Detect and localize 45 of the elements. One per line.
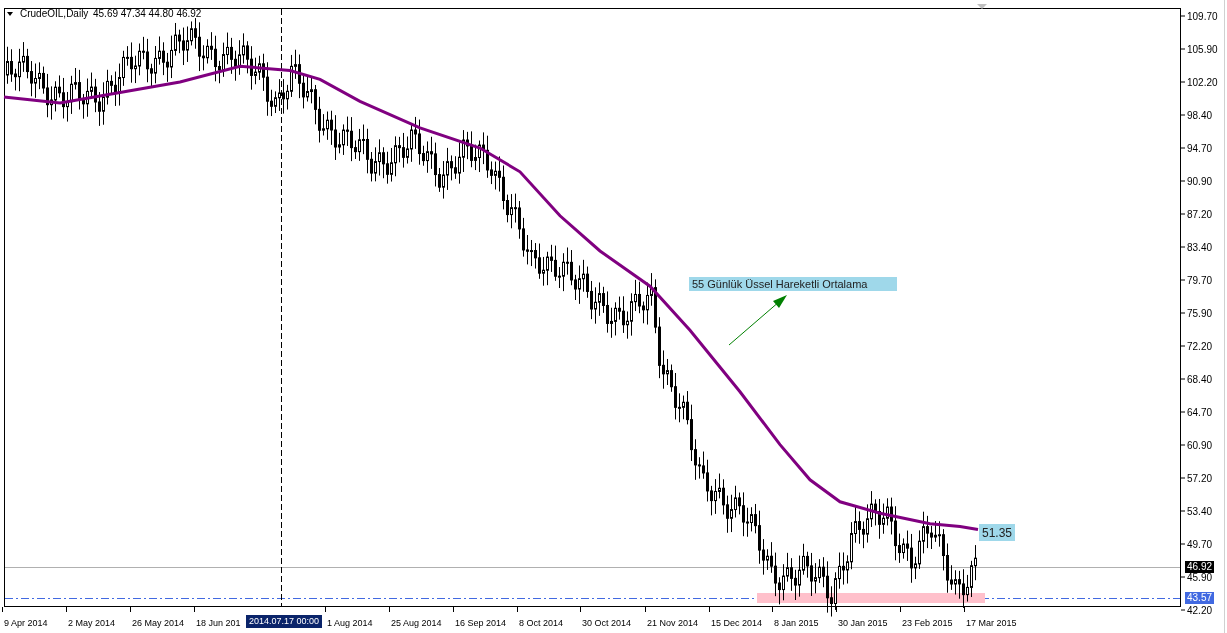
date-label: 23 Feb 2015 [902, 618, 953, 628]
date-label: 18 Jun 201 [196, 618, 241, 628]
date-label: 26 May 2014 [132, 618, 185, 628]
line-price-label: 43.57 [1185, 592, 1215, 604]
dropdown-triangle-icon[interactable] [7, 12, 13, 16]
label-background [979, 524, 1015, 541]
price-label: 98.40 [1187, 110, 1213, 121]
symbol-label: CrudeOIL,Daily [20, 8, 89, 19]
price-label: 90.90 [1187, 176, 1213, 187]
price-label: 42.20 [1187, 605, 1213, 616]
price-label: 64.70 [1187, 407, 1213, 418]
date-label: 17 Mar 2015 [966, 618, 1017, 628]
price-label: 49.70 [1187, 539, 1213, 550]
price-label: 94.70 [1187, 143, 1213, 154]
highlight-rectangle[interactable] [757, 593, 985, 603]
crosshair-date-label: 2014.07.17 00:00 [246, 615, 323, 628]
date-label: 30 Oct 2014 [582, 618, 632, 628]
date-label: 8 Jan 2015 [774, 618, 819, 628]
date-label: 9 Apr 2014 [4, 618, 48, 628]
arrow[interactable] [728, 295, 787, 346]
price-label: 105.90 [1187, 44, 1218, 55]
current-price-label: 46.92 [1185, 561, 1215, 573]
date-label: 2 May 2014 [68, 618, 116, 628]
value-label[interactable]: 51.35 [982, 526, 1013, 540]
price-label: 75.90 [1187, 308, 1213, 319]
price-label: 83.40 [1187, 242, 1213, 253]
price-label: 60.90 [1187, 440, 1213, 451]
date-label: 16 Sep 2014 [455, 618, 507, 628]
price-label: 109.70 [1187, 11, 1218, 22]
date-label: 1 Aug 2014 [327, 618, 373, 628]
date-label: 30 Jan 2015 [838, 618, 888, 628]
price-label: 72.20 [1187, 341, 1213, 352]
date-label: 21 Nov 2014 [647, 618, 699, 628]
price-label: 45.90 [1187, 572, 1213, 583]
price-label: 68.40 [1187, 374, 1213, 385]
price-label: 79.70 [1187, 275, 1213, 286]
price-label: 53.40 [1187, 506, 1213, 517]
annotation-label[interactable]: 55 Günlük Üssel Hareketli Ortalama [692, 278, 868, 290]
price-label: 87.20 [1187, 209, 1213, 220]
date-label: 15 Dec 2014 [711, 618, 763, 628]
price-label: 102.20 [1187, 77, 1218, 88]
price-label: 57.20 [1187, 473, 1213, 484]
date-label: 25 Aug 2014 [391, 618, 442, 628]
date-label: 8 Oct 2014 [519, 618, 564, 628]
ohlc-values: 45.69 47.34 44.80 46.92 [93, 8, 202, 19]
